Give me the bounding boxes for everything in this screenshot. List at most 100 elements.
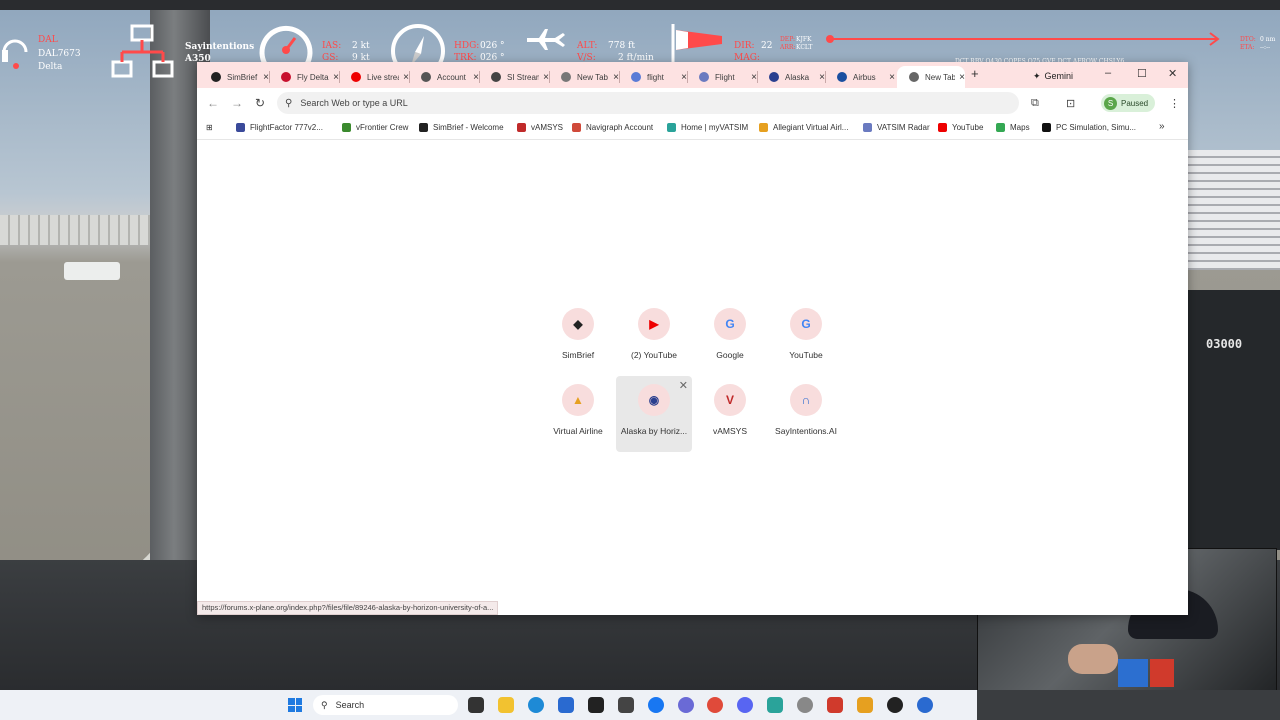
shortcut-google[interactable]: G Google [692, 300, 768, 376]
callsign-airline: DAL [38, 35, 58, 45]
bookmark-myvatsim[interactable]: Home | myVATSIM [667, 123, 748, 132]
taskbar-search[interactable]: ⚲ Search [313, 695, 458, 715]
flight-favicon [699, 72, 709, 82]
minimize-button[interactable]: – [1105, 67, 1111, 79]
chrome-icon[interactable] [707, 697, 723, 713]
bookmark-vfrontier[interactable]: vFrontier Crew [342, 123, 408, 132]
windows-start-icon[interactable] [288, 698, 302, 712]
tab-flight-search[interactable]: flight × [619, 66, 688, 88]
bookmark-allegiant[interactable]: Allegiant Virtual Airl... [759, 123, 848, 132]
shortcut-label: vAMSYS [712, 426, 747, 436]
google-icon: G [790, 308, 822, 340]
shortcut-virtual-airline[interactable]: ▲ Virtual Airline [540, 376, 616, 452]
amazon-icon[interactable] [588, 697, 604, 713]
avatar: S [1104, 96, 1117, 110]
bookmark-navigraph[interactable]: Navigraph Account [572, 123, 653, 132]
close-tab-icon[interactable]: × [959, 72, 965, 83]
taskbar-search-label: Search [335, 700, 365, 710]
vatsim-icon [667, 123, 676, 132]
allegiant-icon [759, 123, 768, 132]
tab-simbrief[interactable]: SimBrief × [199, 66, 270, 88]
app-icon[interactable] [797, 697, 813, 713]
address-bar[interactable]: ⚲ Search Web or type a URL [277, 92, 1019, 114]
shortcut-youtube-2[interactable]: ▶ (2) YouTube [616, 300, 692, 376]
edge-icon[interactable] [528, 697, 544, 713]
media-player-icon[interactable] [618, 697, 634, 713]
bookmark-youtube[interactable]: YouTube [938, 123, 983, 132]
menu-kebab-icon[interactable]: ⋮ [1169, 97, 1180, 110]
tab-account[interactable]: Account × [409, 66, 480, 88]
shortcut-label: SayIntentions.AI [775, 426, 837, 436]
globe-favicon [561, 72, 571, 82]
radar-icon [863, 123, 872, 132]
back-icon[interactable]: ← [207, 96, 219, 110]
profile-sync-button[interactable]: S Paused [1101, 94, 1156, 112]
tab-new-tab-active[interactable]: New Tab × [897, 66, 965, 88]
close-window-button[interactable]: ✕ [1168, 67, 1177, 80]
discord-icon[interactable] [737, 697, 753, 713]
tab-label: Airbus [853, 72, 876, 82]
tab-fly-delta[interactable]: Fly Delta × [269, 66, 340, 88]
facebook-icon[interactable] [648, 697, 664, 713]
store-icon[interactable] [558, 697, 574, 713]
sayintentions-hud: DAL DAL7673 Delta Sayintentions A350 IAS… [0, 10, 1280, 78]
address-placeholder: Search Web or type a URL [300, 98, 408, 108]
si-favicon [491, 72, 501, 82]
youtube-favicon [351, 72, 361, 82]
bookmark-simbrief[interactable]: SimBrief - Welcome [419, 123, 504, 132]
xplane-icon[interactable] [827, 697, 843, 713]
remove-shortcut-icon[interactable]: ✕ [679, 379, 688, 392]
shortcut-youtube[interactable]: G YouTube [768, 300, 844, 376]
simbrief-icon [419, 123, 428, 132]
apps-grid-icon[interactable]: ⊞ [206, 123, 213, 132]
eta-label: ETA: [1240, 44, 1255, 51]
gemini-sparkle-icon: ✦ [1033, 70, 1041, 81]
tab-label: SI Stream [507, 72, 540, 82]
app-icon[interactable] [857, 697, 873, 713]
bookmark-vamsys[interactable]: vAMSYS [517, 123, 563, 132]
tab-flight[interactable]: Flight × [687, 66, 758, 88]
task-view-icon[interactable] [468, 697, 484, 713]
shortcut-simbrief[interactable]: ◆ SimBrief [540, 300, 616, 376]
app-icon[interactable] [767, 697, 783, 713]
tab-si-stream[interactable]: SI Stream × [479, 66, 550, 88]
more-bookmarks-icon[interactable]: » [1159, 121, 1165, 132]
forward-icon[interactable]: → [231, 96, 243, 110]
file-explorer-icon[interactable] [498, 697, 514, 713]
tab-new-tab-1[interactable]: New Tab × [549, 66, 620, 88]
new-tab-button[interactable]: + [971, 66, 979, 81]
gemini-button[interactable]: ✦ Gemini [1027, 68, 1079, 84]
obs-icon[interactable] [887, 697, 903, 713]
maximize-button[interactable]: ☐ [1137, 67, 1147, 80]
extensions-icon[interactable]: ⧉ [1031, 97, 1039, 110]
tab-live-stream[interactable]: Live stream × [339, 66, 410, 88]
shortcut-sayintentions[interactable]: ∩ SayIntentions.AI [768, 376, 844, 452]
bookmark-maps[interactable]: Maps [996, 123, 1030, 132]
app-icon[interactable] [678, 697, 694, 713]
vamsys-icon [517, 123, 526, 132]
ias-label: IAS: [322, 41, 342, 51]
simbrief-favicon [211, 72, 221, 82]
airplane-icon [527, 29, 565, 50]
eta-value: --:-- [1260, 44, 1271, 51]
tab-strip: SimBrief × Fly Delta × Live stream × Acc… [197, 62, 1188, 88]
shortcut-alaska-horizon[interactable]: ◉ Alaska by Horiz... ✕ [616, 376, 692, 452]
tab-alaska[interactable]: Alaska × [757, 66, 826, 88]
tab-airbus[interactable]: Airbus × [825, 66, 895, 88]
headset-icon [2, 39, 28, 69]
tab-label: SimBrief [227, 72, 258, 82]
bookmark-flightfactor[interactable]: FlightFactor 777v2... [236, 123, 323, 132]
youtube-icon: ▶ [638, 308, 670, 340]
shortcut-vamsys[interactable]: V vAMSYS [692, 376, 768, 452]
route-progress-line [826, 32, 1220, 46]
close-tab-icon[interactable]: × [889, 72, 895, 83]
headset-icon[interactable] [917, 697, 933, 713]
bookmark-vatsim-radar[interactable]: VATSIM Radar [863, 123, 930, 132]
shortcut-label: Alaska by Horiz... [620, 426, 688, 436]
account-favicon [421, 72, 431, 82]
flightfactor-icon [236, 123, 245, 132]
bookmark-pc-simulation[interactable]: PC Simulation, Simu... [1042, 123, 1136, 132]
screen-search-icon[interactable]: ⊡ [1066, 97, 1075, 110]
shortcut-label: Virtual Airline [553, 426, 603, 436]
reload-icon[interactable]: ↻ [255, 96, 265, 110]
